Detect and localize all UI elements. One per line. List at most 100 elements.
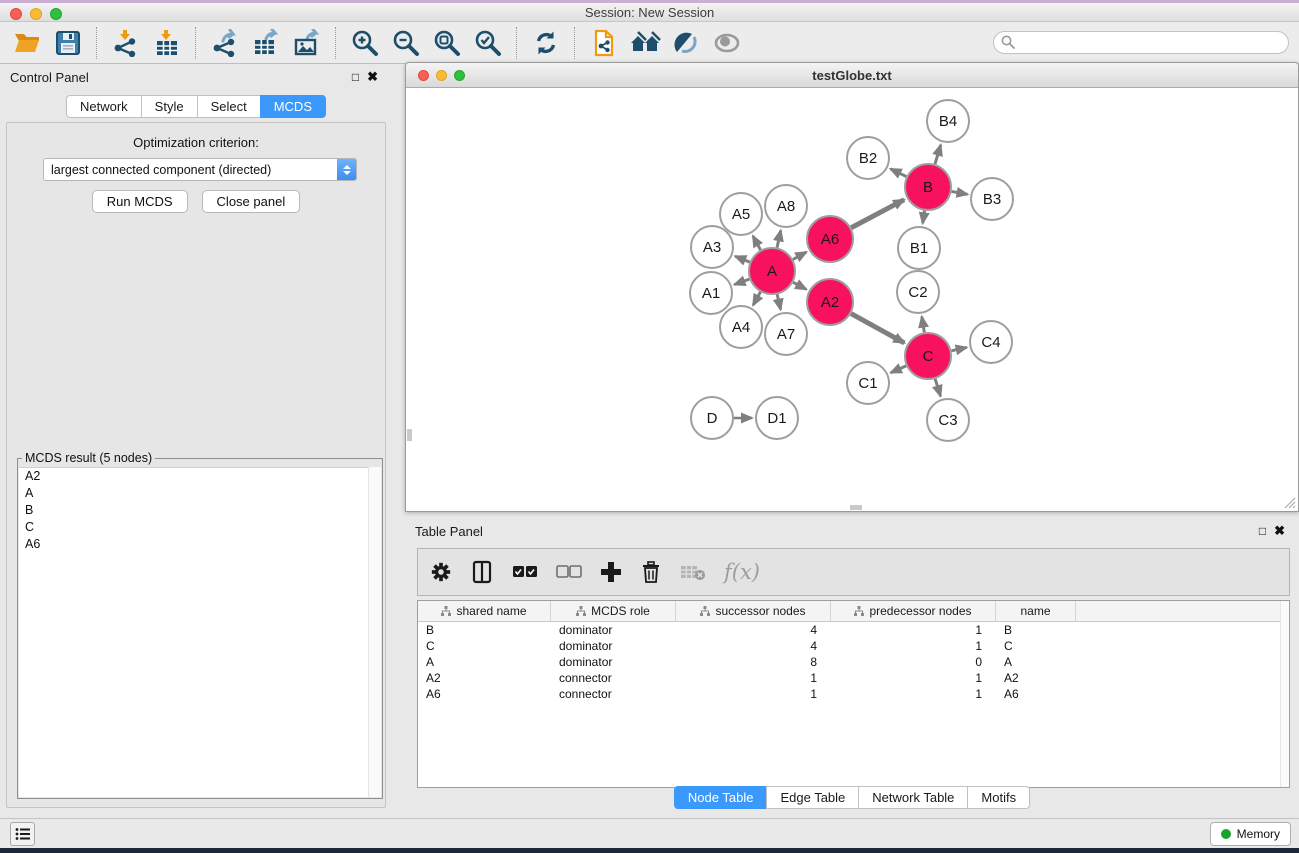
graph-node-A8[interactable]: A8 bbox=[765, 185, 807, 227]
delete-table-button[interactable] bbox=[680, 563, 706, 581]
graph-edge-B-B1[interactable] bbox=[923, 211, 925, 224]
minimize-window-icon[interactable] bbox=[30, 8, 42, 20]
graph-node-B3[interactable]: B3 bbox=[971, 178, 1013, 220]
graph-node-D1[interactable]: D1 bbox=[756, 397, 798, 439]
close-window-icon[interactable] bbox=[10, 8, 22, 20]
tab-edge-table[interactable]: Edge Table bbox=[766, 786, 858, 809]
canvas-hscroll-nub[interactable] bbox=[850, 505, 862, 510]
open-session-button[interactable] bbox=[6, 25, 47, 61]
graph-node-B2[interactable]: B2 bbox=[847, 137, 889, 179]
result-item[interactable]: B bbox=[19, 502, 381, 519]
add-column-button[interactable] bbox=[600, 561, 622, 583]
close-network-icon[interactable] bbox=[418, 70, 429, 81]
graph-node-D[interactable]: D bbox=[691, 397, 733, 439]
close-panel-button[interactable]: Close panel bbox=[202, 190, 301, 213]
table-row[interactable]: Adominator80A bbox=[418, 654, 1289, 670]
column-visibility-button[interactable] bbox=[470, 560, 494, 584]
result-item[interactable]: A2 bbox=[19, 468, 381, 485]
result-scrollbar[interactable] bbox=[368, 467, 381, 797]
search-input[interactable] bbox=[993, 31, 1289, 54]
tab-network-table[interactable]: Network Table bbox=[858, 786, 967, 809]
select-all-columns-button[interactable] bbox=[512, 565, 538, 579]
zoom-window-icon[interactable] bbox=[50, 8, 62, 20]
network-titlebar[interactable]: testGlobe.txt bbox=[406, 63, 1298, 88]
minimize-network-icon[interactable] bbox=[436, 70, 447, 81]
memory-button[interactable]: Memory bbox=[1210, 822, 1291, 846]
table-scrollbar[interactable] bbox=[1280, 601, 1289, 787]
refresh-layout-button[interactable] bbox=[525, 25, 566, 61]
table-settings-button[interactable] bbox=[430, 561, 452, 583]
graph-node-C[interactable]: C bbox=[905, 333, 951, 379]
graph-edge-C-C1[interactable] bbox=[891, 366, 906, 373]
graph-edge-A-A1[interactable] bbox=[735, 279, 750, 284]
table-row[interactable]: Bdominator41B bbox=[418, 622, 1289, 638]
graph-edge-A-A2[interactable] bbox=[793, 282, 806, 289]
tab-network[interactable]: Network bbox=[66, 95, 141, 118]
tab-select[interactable]: Select bbox=[197, 95, 260, 118]
canvas-vscroll-nub[interactable] bbox=[407, 429, 412, 441]
graph-node-A2[interactable]: A2 bbox=[807, 279, 853, 325]
home-fit-views-button[interactable] bbox=[624, 25, 665, 61]
tab-mcds[interactable]: MCDS bbox=[260, 95, 326, 118]
graph-edge-A-A4[interactable] bbox=[753, 292, 760, 305]
table-row[interactable]: A2connector11A2 bbox=[418, 670, 1289, 686]
zoom-fit-button[interactable] bbox=[426, 25, 467, 61]
graph-node-A6[interactable]: A6 bbox=[807, 216, 853, 262]
graph-node-C3[interactable]: C3 bbox=[927, 399, 969, 441]
graph-node-A7[interactable]: A7 bbox=[765, 313, 807, 355]
table-row[interactable]: A6connector11A6 bbox=[418, 686, 1289, 702]
bird-eye-view-button[interactable] bbox=[706, 25, 747, 61]
zoom-selected-button[interactable] bbox=[467, 25, 508, 61]
graph-node-A3[interactable]: A3 bbox=[691, 226, 733, 268]
float-panel-icon[interactable]: □ bbox=[348, 70, 363, 84]
graph-edge-C-C4[interactable] bbox=[951, 347, 966, 350]
zoom-in-button[interactable] bbox=[344, 25, 385, 61]
deselect-all-columns-button[interactable] bbox=[556, 565, 582, 579]
graph-edge-A-A3[interactable] bbox=[735, 256, 750, 262]
mcds-result-list[interactable]: A2ABCA6 bbox=[19, 467, 381, 797]
column-header-shared-name[interactable]: shared name bbox=[418, 601, 551, 621]
graph-node-B4[interactable]: B4 bbox=[927, 100, 969, 142]
export-image-button[interactable] bbox=[286, 25, 327, 61]
graph-node-B[interactable]: B bbox=[905, 164, 951, 210]
resize-grip-icon[interactable] bbox=[1282, 495, 1296, 509]
graph-node-C1[interactable]: C1 bbox=[847, 362, 889, 404]
float-table-panel-icon[interactable]: □ bbox=[1255, 524, 1270, 538]
tab-style[interactable]: Style bbox=[141, 95, 197, 118]
graph-node-B1[interactable]: B1 bbox=[898, 227, 940, 269]
import-table-button[interactable] bbox=[146, 25, 187, 61]
column-header-predecessor-nodes[interactable]: predecessor nodes bbox=[831, 601, 996, 621]
graph-edge-A2-C[interactable] bbox=[851, 314, 904, 343]
network-canvas[interactable]: B4 B2 B B3 A5A8A6 A3 B1 A A1 C2 A2 A4A7 C4 C C1 C3 D D1 bbox=[407, 89, 1297, 510]
graph-node-C4[interactable]: C4 bbox=[970, 321, 1012, 363]
export-network-button[interactable] bbox=[204, 25, 245, 61]
graph-edge-A-A6[interactable] bbox=[793, 252, 806, 259]
import-network-button[interactable] bbox=[105, 25, 146, 61]
close-table-panel-icon[interactable]: ✖ bbox=[1270, 523, 1289, 539]
graph-node-A[interactable]: A bbox=[749, 248, 795, 294]
graph-edge-A-A5[interactable] bbox=[753, 236, 761, 250]
graph-node-A4[interactable]: A4 bbox=[720, 306, 762, 348]
table-row[interactable]: Cdominator41C bbox=[418, 638, 1289, 654]
first-neighbors-button[interactable] bbox=[583, 25, 624, 61]
tab-motifs[interactable]: Motifs bbox=[967, 786, 1030, 809]
close-panel-icon[interactable]: ✖ bbox=[363, 69, 382, 85]
graph-node-A1[interactable]: A1 bbox=[690, 272, 732, 314]
zoom-network-icon[interactable] bbox=[454, 70, 465, 81]
graph-edge-A-A7[interactable] bbox=[777, 294, 780, 309]
run-mcds-button[interactable]: Run MCDS bbox=[92, 190, 188, 213]
graph-node-A5[interactable]: A5 bbox=[720, 193, 762, 235]
graph-edge-B-B2[interactable] bbox=[891, 169, 907, 177]
function-builder-button[interactable]: f(x) bbox=[724, 560, 760, 584]
graph-edge-C-C2[interactable] bbox=[922, 317, 924, 333]
tab-node-table[interactable]: Node Table bbox=[674, 786, 767, 809]
result-item[interactable]: A bbox=[19, 485, 381, 502]
column-header-name[interactable]: name bbox=[996, 601, 1076, 621]
hide-graphics-details-button[interactable] bbox=[665, 25, 706, 61]
graph-edge-B-B4[interactable] bbox=[935, 145, 941, 164]
graph-node-C2[interactable]: C2 bbox=[897, 271, 939, 313]
optimization-dropdown[interactable]: largest connected component (directed) bbox=[43, 158, 357, 181]
column-header-MCDS-role[interactable]: MCDS role bbox=[551, 601, 676, 621]
delete-columns-button[interactable] bbox=[640, 560, 662, 584]
column-header-successor-nodes[interactable]: successor nodes bbox=[676, 601, 831, 621]
